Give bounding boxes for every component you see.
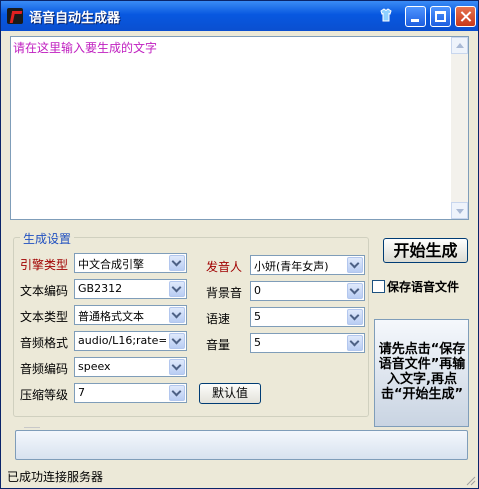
- speaker-select[interactable]: 小妍(青年女声): [250, 255, 365, 275]
- save-audio-checkbox[interactable]: [372, 280, 385, 293]
- text-encoding-select[interactable]: GB2312: [74, 279, 187, 299]
- minimize-button[interactable]: [405, 6, 426, 27]
- text-type-select[interactable]: 普通格式文本: [74, 305, 187, 325]
- chevron-down-icon[interactable]: [169, 333, 185, 349]
- chevron-down-icon[interactable]: [347, 335, 363, 351]
- app-window: 语音自动生成器 请在这里输入要生成的文字 生成设置 引擎类型 中文合成引擎 文本…: [0, 0, 479, 489]
- volume-label: 音量: [206, 338, 231, 352]
- volume-value: 5: [254, 336, 261, 349]
- background-sound-value: 0: [254, 284, 261, 297]
- chevron-down-icon[interactable]: [169, 255, 185, 271]
- chevron-down-icon[interactable]: [169, 307, 185, 323]
- speaker-value: 小妍(青年女声): [254, 260, 329, 273]
- background-sound-label: 背景音: [206, 286, 243, 300]
- chevron-down-icon[interactable]: [169, 281, 185, 297]
- audio-encoding-label: 音频编码: [20, 362, 69, 376]
- audio-format-label: 音频格式: [20, 336, 69, 350]
- chevron-down-icon[interactable]: [347, 309, 363, 325]
- save-audio-label[interactable]: 保存语音文件: [387, 278, 459, 295]
- app-music-icon: [7, 8, 23, 24]
- default-values-button[interactable]: 默认值: [199, 383, 261, 404]
- engine-type-value: 中文合成引擎: [78, 258, 144, 271]
- speed-label: 语速: [206, 312, 231, 326]
- text-encoding-value: GB2312: [78, 282, 123, 295]
- engine-type-select[interactable]: 中文合成引擎: [74, 253, 187, 273]
- close-button[interactable]: [455, 6, 476, 27]
- speed-value: 5: [254, 310, 261, 323]
- audio-format-value: audio/L16;rate=: [78, 334, 166, 347]
- volume-select[interactable]: 5: [250, 333, 365, 353]
- start-generate-button[interactable]: 开始生成: [383, 238, 468, 263]
- title-bar[interactable]: 语音自动生成器: [1, 1, 478, 31]
- scroll-up-arrow-icon[interactable]: [451, 37, 468, 54]
- audio-encoding-value: speex: [78, 360, 111, 373]
- compression-level-label: 压缩等级: [20, 388, 69, 402]
- chevron-down-icon[interactable]: [347, 257, 363, 273]
- skin-shirt-icon[interactable]: [378, 7, 394, 23]
- text-type-value: 普通格式文本: [78, 310, 144, 323]
- text-input-area[interactable]: 请在这里输入要生成的文字: [10, 36, 469, 220]
- resize-grip-icon[interactable]: [464, 474, 476, 486]
- progress-bar: [15, 430, 468, 460]
- vertical-scrollbar[interactable]: [451, 37, 468, 219]
- background-sound-select[interactable]: 0: [250, 281, 365, 301]
- window-title: 语音自动生成器: [29, 11, 121, 26]
- chevron-down-icon[interactable]: [347, 283, 363, 299]
- maximize-button[interactable]: [430, 6, 451, 27]
- instruction-panel: 请先点击“保存语音文件”再输入文字,再点击“开始生成”: [374, 319, 469, 427]
- compression-level-select[interactable]: 7: [74, 383, 187, 403]
- scroll-down-arrow-icon[interactable]: [451, 202, 468, 219]
- audio-encoding-select[interactable]: speex: [74, 357, 187, 377]
- engine-type-label: 引擎类型: [20, 258, 69, 272]
- status-bar-text: 已成功连接服务器: [7, 470, 104, 484]
- audio-format-select[interactable]: audio/L16;rate=: [74, 331, 187, 351]
- compression-level-value: 7: [78, 386, 85, 399]
- chevron-down-icon[interactable]: [169, 359, 185, 375]
- text-input-placeholder: 请在这里输入要生成的文字: [13, 41, 158, 55]
- text-type-label: 文本类型: [20, 310, 69, 324]
- speed-select[interactable]: 5: [250, 307, 365, 327]
- settings-group-title: 生成设置: [20, 230, 75, 247]
- text-encoding-label: 文本编码: [20, 284, 69, 298]
- speaker-label: 发音人: [206, 260, 243, 274]
- instruction-text: 请先点击“保存语音文件”再输入文字,再点击“开始生成”: [378, 342, 466, 402]
- chevron-down-icon[interactable]: [169, 385, 185, 401]
